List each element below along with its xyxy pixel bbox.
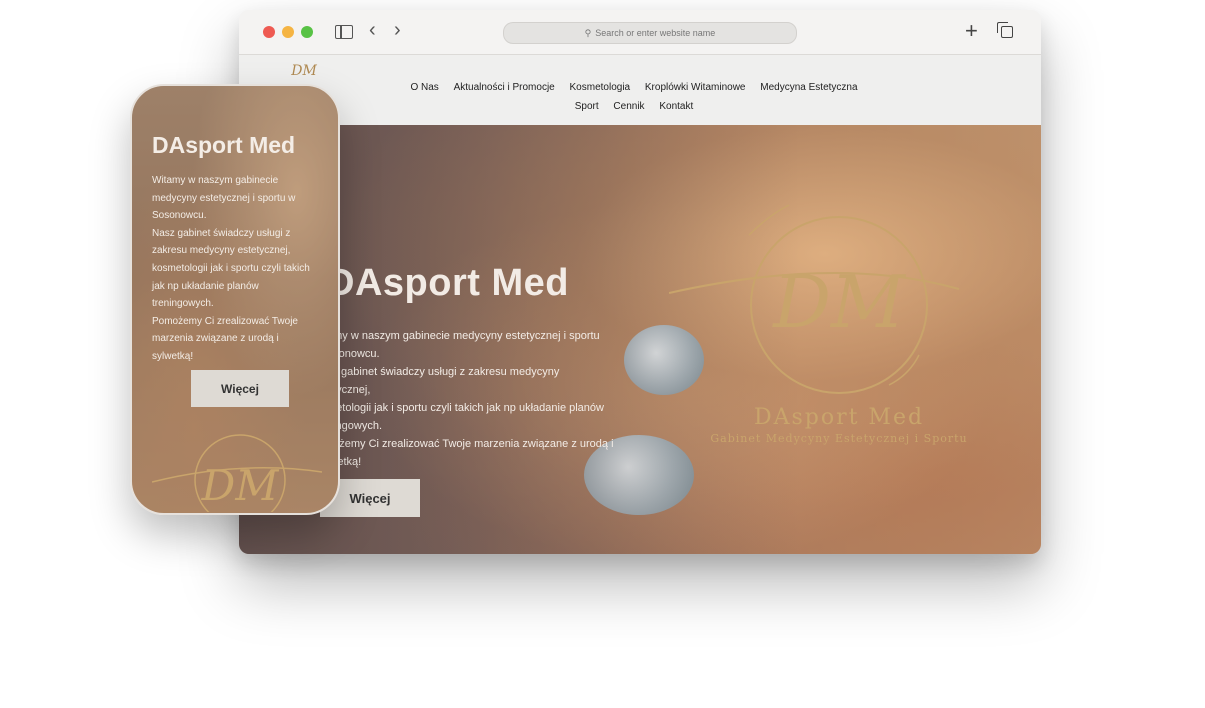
forward-arrow-icon[interactable]: › [394, 20, 401, 40]
address-bar[interactable]: ⚲ Search or enter website name [503, 22, 797, 44]
brand-logo-emblem: DM [668, 204, 960, 394]
phone-hero-description: Witamy w naszym gabinecie medycyny estet… [152, 172, 332, 366]
phone-text-line: Nasz gabinet świadczy usługi z [152, 227, 291, 239]
close-window-button[interactable] [263, 26, 275, 38]
address-placeholder: Search or enter website name [595, 28, 716, 38]
nav-item-kosmetologia[interactable]: Kosmetologia [570, 82, 631, 93]
hero-text-line: etycznej, [327, 384, 371, 396]
phone-text-line: sylwetką! [152, 350, 194, 362]
new-tab-plus-icon[interactable]: + [965, 19, 978, 43]
phone-hero-title: DAsport Med [152, 132, 296, 158]
maximize-window-button[interactable] [301, 26, 313, 38]
nav-item-o-nas[interactable]: O Nas [410, 82, 438, 93]
search-icon: ⚲ [584, 27, 592, 38]
phone-text-line: medycyny estetycznej i sportu w [152, 192, 296, 204]
brand-logo: DM DAsport Med Gabinet Medycyny Estetycz… [668, 195, 1009, 465]
phone-text-line: zakresu medycyny estetycznej, [152, 245, 291, 257]
browser-window: ‹ › ⚲ Search or enter website name + DM … [239, 10, 1041, 554]
phone-text-line: jak np układanie planów [152, 280, 259, 292]
phone-text-line: marzenia związane z urodą i [152, 333, 279, 345]
brand-logo-name: DAsport Med [753, 405, 925, 430]
hero-text-line: ningowych. [327, 420, 383, 432]
nav-item-medycyna-estetyczna[interactable]: Medycyna Estetyczna [760, 82, 857, 93]
nav-item-sport[interactable]: Sport [575, 101, 599, 112]
hero-text-line: amy w naszym gabinecie medycyny estetycz… [327, 330, 600, 342]
nav-item-kroplowki[interactable]: Kroplówki Witaminowe [645, 82, 746, 93]
phone-logo-initials: DM [201, 461, 280, 510]
tab-overview-icon[interactable] [997, 22, 1013, 38]
hero-text-line: metologii jak i sportu czyli takich jak … [327, 402, 604, 414]
phone-text-line: treningowych. [152, 298, 214, 310]
nav-item-aktualnosci[interactable]: Aktualności i Promocje [454, 82, 555, 93]
phone-text-line: Sosonowcu. [152, 210, 207, 222]
hero-description: amy w naszym gabinecie medycyny estetycz… [327, 327, 627, 471]
site-header: DM O Nas Aktualności i Promocje Kosmetol… [239, 55, 1041, 125]
hero-text-line: sz gabinet świadczy usługi z zakresu med… [327, 366, 560, 378]
phone-text-line: Pomożemy Ci zrealizować Twoje [152, 315, 298, 327]
phone-text-line: Witamy w naszym gabinecie [152, 175, 279, 186]
hero-text-line: lwetką! [327, 456, 362, 468]
hero-text-line: osonowcu. [327, 348, 380, 360]
nav-item-kontakt[interactable]: Kontakt [659, 101, 693, 112]
phone-more-button[interactable]: Więcej [191, 370, 289, 407]
hero-title: DAsport Med [327, 262, 569, 304]
phone-text-line: kosmetologii jak i sportu czyli takich [152, 262, 310, 274]
nav-item-cennik[interactable]: Cennik [613, 101, 644, 112]
brand-logo-tagline: Gabinet Medycyny Estetycznej i Sportu [710, 432, 968, 445]
minimize-window-button[interactable] [282, 26, 294, 38]
sidebar-toggle-icon[interactable] [335, 25, 353, 39]
phone-mockup: DAsport Med Witamy w naszym gabinecie me… [130, 84, 340, 515]
browser-toolbar: ‹ › ⚲ Search or enter website name + [239, 10, 1041, 55]
back-arrow-icon[interactable]: ‹ [369, 20, 376, 40]
hero-section: DAsport Med amy w naszym gabinecie medyc… [239, 125, 1041, 554]
brand-logo-initials: DM [771, 260, 907, 344]
phone-brand-logo: DM [152, 434, 322, 512]
main-navigation: O Nas Aktualności i Promocje Kosmetologi… [389, 78, 879, 116]
hero-text-line: nożemy Ci zrealizować Twoje marzenia zwi… [327, 438, 614, 450]
